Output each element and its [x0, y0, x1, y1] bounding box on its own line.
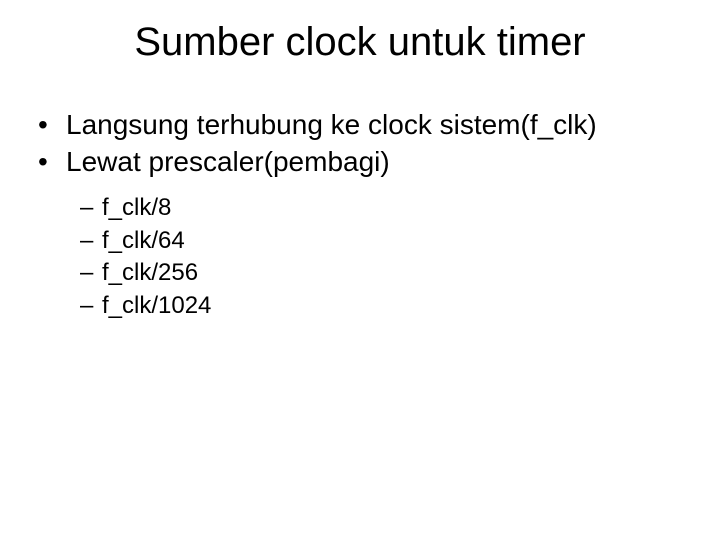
sub-bullet-item: f_clk/8: [80, 193, 720, 224]
sub-bullet-item: f_clk/256: [80, 258, 720, 289]
bullet-item: Lewat prescaler(pembagi): [38, 144, 720, 179]
sub-bullet-item: f_clk/1024: [80, 291, 720, 322]
slide-title: Sumber clock untuk timer: [0, 20, 720, 65]
slide: Sumber clock untuk timer Langsung terhub…: [0, 0, 720, 540]
bullet-list: Langsung terhubung ke clock sistem(f_clk…: [0, 107, 720, 179]
sub-bullet-item: f_clk/64: [80, 226, 720, 257]
bullet-item: Langsung terhubung ke clock sistem(f_clk…: [38, 107, 720, 142]
sub-bullet-list: f_clk/8 f_clk/64 f_clk/256 f_clk/1024: [0, 193, 720, 322]
